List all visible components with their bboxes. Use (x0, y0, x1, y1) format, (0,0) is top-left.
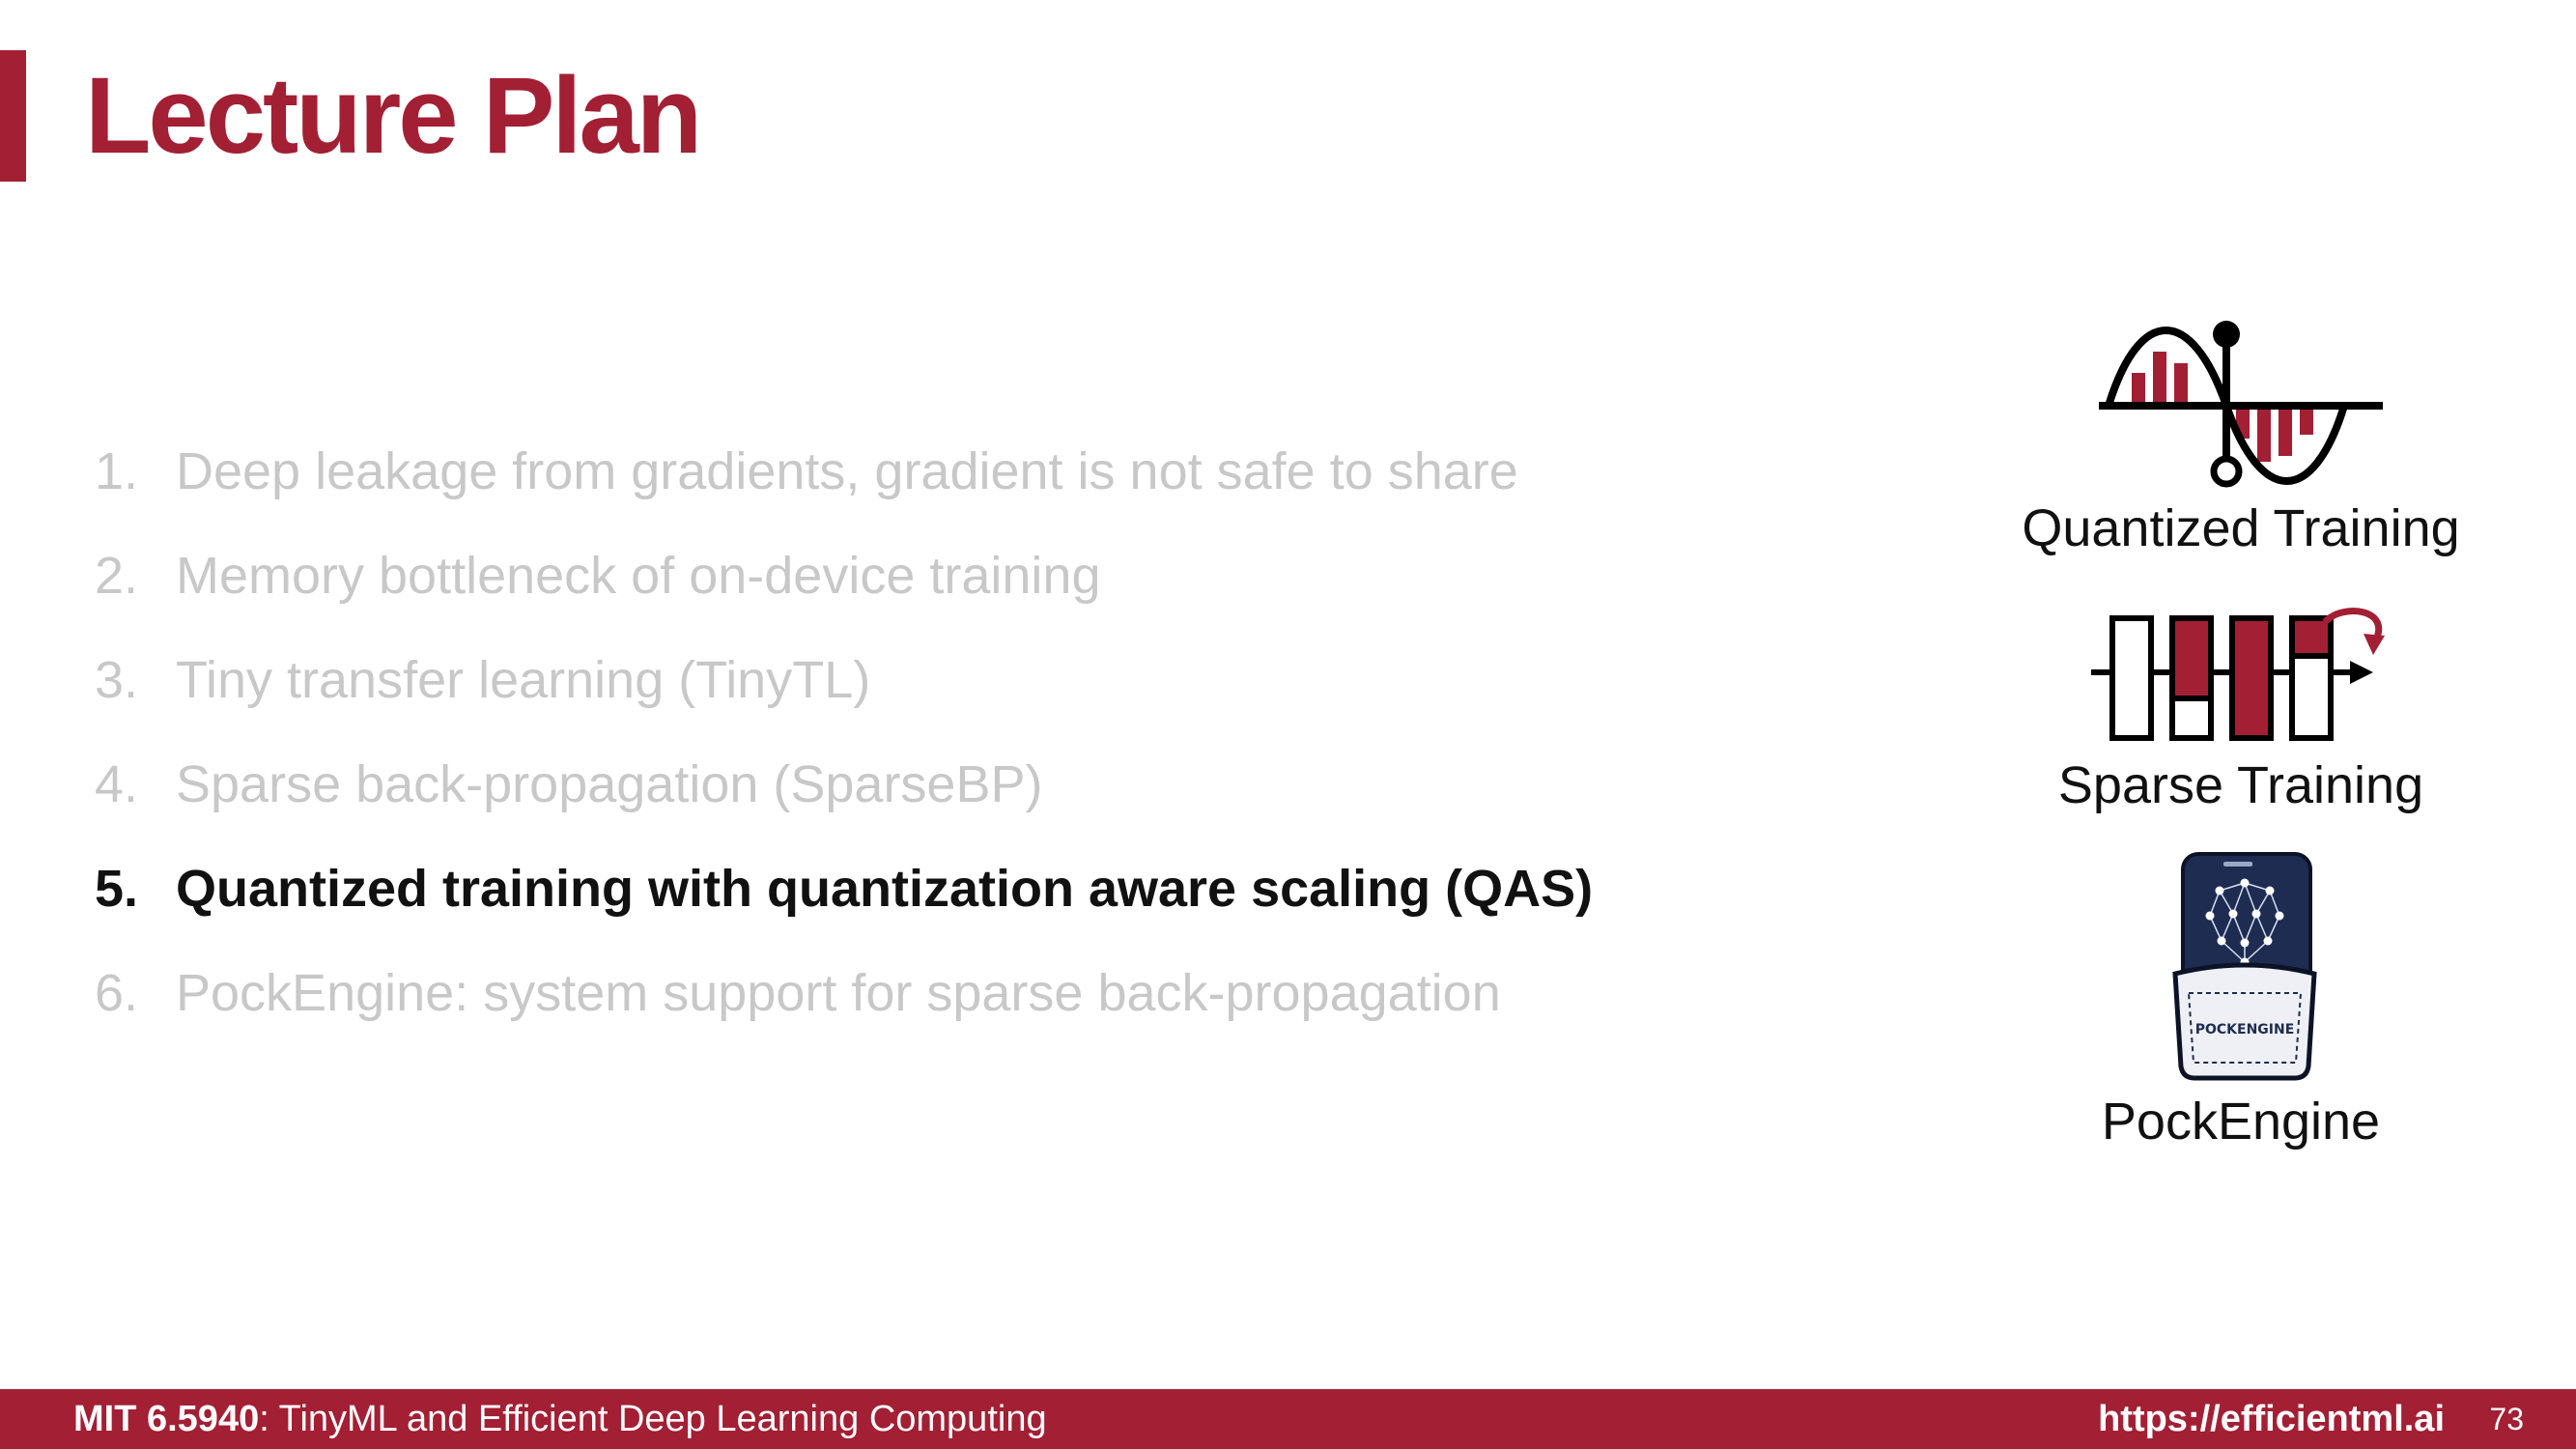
agenda-number: 6. (95, 964, 139, 1022)
pockengine-block: POCKENGINE PockEngine (1990, 848, 2492, 1152)
agenda-item-2: 2. Memory bottleneck of on-device trainin… (95, 541, 1593, 645)
agenda-text: Quantized training with quantization awa… (176, 860, 1594, 918)
agenda-number: 3. (95, 651, 139, 709)
quantized-training-icon (2099, 321, 2383, 488)
pockengine-label: PockEngine (2101, 1093, 2381, 1151)
agenda-number: 2. (95, 547, 139, 605)
agenda-number: 4. (95, 755, 139, 813)
agenda-number: 1. (95, 442, 139, 500)
agenda-item-4: 4. Sparse back-propagation (SparseBP) (95, 750, 1593, 854)
agenda-text: Deep leakage from gradients, gradient is… (176, 442, 1518, 500)
footer-course: MIT 6.5940: TinyML and Efficient Deep Le… (73, 1389, 1047, 1449)
course-name: : TinyML and Efficient Deep Learning Com… (259, 1399, 1047, 1439)
slide-title: Lecture Plan (85, 55, 702, 176)
agenda-text: Tiny transfer learning (TinyTL) (176, 651, 871, 709)
quantized-training-block: Quantized Training (1990, 309, 2492, 559)
sparse-training-icon (2091, 608, 2385, 741)
pockengine-icon: POCKENGINE (2172, 852, 2317, 1081)
agenda-text: PockEngine: system support for sparse ba… (176, 964, 1501, 1022)
footer-bar: MIT 6.5940: TinyML and Efficient Deep Le… (0, 1389, 2576, 1449)
agenda-item-6: 6. PockEngine: system support for sparse … (95, 958, 1593, 1063)
agenda-item-5-current: 5. Quantized training with quantization a… (95, 854, 1593, 958)
title-accent-bar (0, 50, 26, 182)
sparse-training-label: Sparse Training (2057, 756, 2424, 814)
course-code: MIT 6.5940 (73, 1399, 260, 1439)
sparse-training-block: Sparse Training (1990, 605, 2492, 816)
agenda-text: Memory bottleneck of on-device training (176, 547, 1101, 605)
agenda-item-3: 3. Tiny transfer learning (TinyTL) (95, 645, 1593, 750)
page-number: 73 (2489, 1402, 2524, 1436)
agenda-item-1: 1. Deep leakage from gradients, gradient … (95, 437, 1593, 541)
course-url-link[interactable]: https://efficientml.ai (2098, 1389, 2445, 1449)
agenda-number: 5. (95, 860, 139, 918)
topic-icon-panel: Quantized Training Sparse Training POCKE… (1990, 309, 2492, 1179)
lecture-agenda: 1. Deep leakage from gradients, gradient … (95, 437, 1593, 1063)
svg-text:POCKENGINE: POCKENGINE (2195, 1022, 2295, 1037)
quantized-training-label: Quantized Training (2022, 499, 2460, 557)
agenda-text: Sparse back-propagation (SparseBP) (176, 755, 1043, 813)
